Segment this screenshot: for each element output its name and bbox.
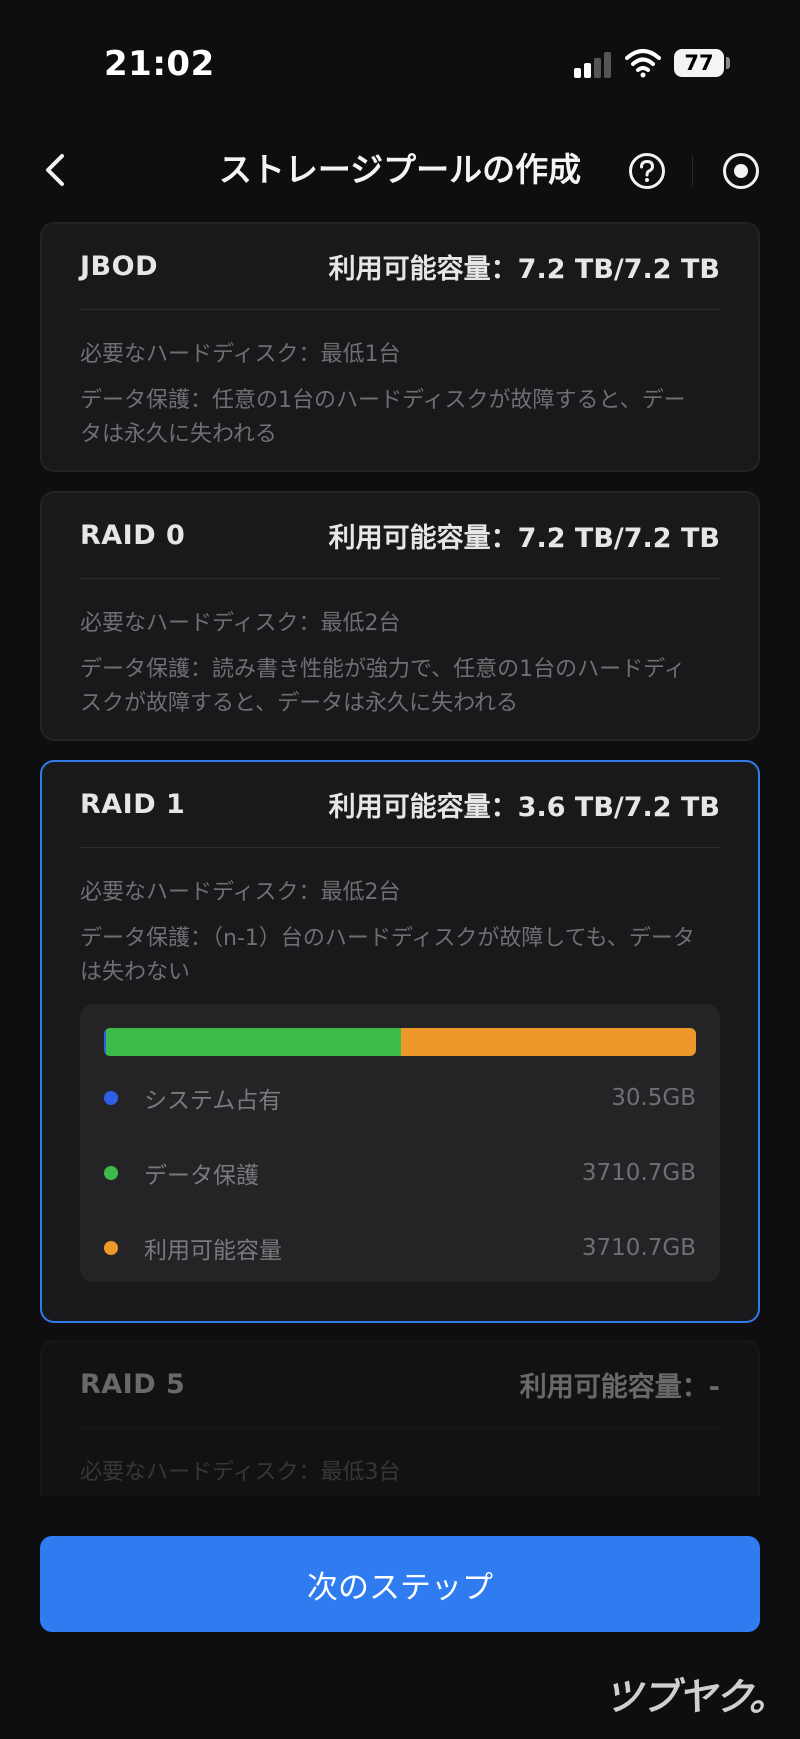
legend-row-protection: データ保護 3710.7GB [104,1153,696,1193]
disk-requirement: 必要なハードディスク：最低2台 [80,880,401,905]
card-header: RAID 1 利用可能容量：3.6 TB/7.2 TB [80,762,720,848]
legend-label: データ保護 [144,1163,259,1189]
card-header: JBOD 利用可能容量：7.2 TB/7.2 TB [80,224,720,310]
wifi-icon [625,49,661,78]
disk-requirement: 必要なハードディスク：最低1台 [80,342,401,367]
capacity-usage-bar [104,1028,696,1056]
available-capacity: 利用可能容量：7.2 TB/7.2 TB [328,523,720,554]
legend-label: システム占有 [144,1088,282,1114]
status-time: 21:02 [104,44,215,84]
bar-segment-protection [106,1028,402,1056]
legend-row-system: システム占有 30.5GB [104,1078,696,1118]
disk-requirement: 必要なハードディスク：最低2台 [80,611,401,636]
data-protection-text: データ保護：任意の1台のハードディスクが故障すると、データは永久に失われる [80,388,686,447]
legend-dot-system [104,1091,118,1105]
raid-option-list[interactable]: JBOD 利用可能容量：7.2 TB/7.2 TB 必要なハードディスク：最低1… [0,220,800,1496]
cellular-signal-icon [574,52,612,78]
data-protection-text: データ保護：（n-1）台のハードディスクが故障しても、データは失わない [80,926,695,985]
help-icon[interactable] [628,152,666,190]
available-capacity: 利用可能容量：- [519,1372,720,1403]
next-step-button[interactable]: 次のステップ [40,1536,760,1632]
raid-option-raid5[interactable]: RAID 5 利用可能容量：- 必要なハードディスク：最低3台 [40,1340,760,1496]
raid-type-label: RAID 0 [80,520,186,551]
available-capacity: 利用可能容量：7.2 TB/7.2 TB [328,254,720,285]
record-icon[interactable] [722,152,760,190]
legend-label: 利用可能容量 [144,1238,282,1264]
raid-option-jbod[interactable]: JBOD 利用可能容量：7.2 TB/7.2 TB 必要なハードディスク：最低1… [40,222,760,472]
legend-value: 3710.7GB [581,1235,696,1261]
disk-requirement: 必要なハードディスク：最低3台 [80,1460,401,1485]
card-header: RAID 0 利用可能容量：7.2 TB/7.2 TB [80,493,720,579]
data-protection-text: データ保護：読み書き性能が強力で、任意の1台のハードディスクが故障すると、データ… [80,657,686,716]
legend-dot-available [104,1241,118,1255]
battery-level: 77 [684,51,714,75]
screen: 21:02 77 ストレージプールの作成 JBOD 利用可能容量：7.2 TB/… [0,0,800,1739]
legend-dot-protection [104,1166,118,1180]
capacity-breakdown-panel: システム占有 30.5GB データ保護 3710.7GB 利用可能容量 3710… [80,1004,720,1282]
legend-value: 30.5GB [611,1085,696,1111]
bar-segment-available [401,1028,696,1056]
raid-type-label: JBOD [80,251,158,282]
battery-icon: 77 [674,49,724,77]
header-divider [692,156,693,186]
battery-tip [726,57,730,69]
available-capacity: 利用可能容量：3.6 TB/7.2 TB [328,792,720,823]
legend-value: 3710.7GB [581,1160,696,1186]
raid-type-label: RAID 1 [80,789,186,820]
bottom-action-bar: 次のステップ ツブヤク。 [0,1496,800,1739]
page-title: ストレージプールの作成 [218,150,582,189]
raid-option-raid0[interactable]: RAID 0 利用可能容量：7.2 TB/7.2 TB 必要なハードディスク：最… [40,491,760,741]
raid-type-label: RAID 5 [80,1369,186,1400]
raid-option-raid1[interactable]: RAID 1 利用可能容量：3.6 TB/7.2 TB 必要なハードディスク：最… [40,760,760,1323]
card-header: RAID 5 利用可能容量：- [80,1342,720,1428]
watermark-logo: ツブヤク。 [604,1675,787,1719]
legend-row-available: 利用可能容量 3710.7GB [104,1228,696,1268]
